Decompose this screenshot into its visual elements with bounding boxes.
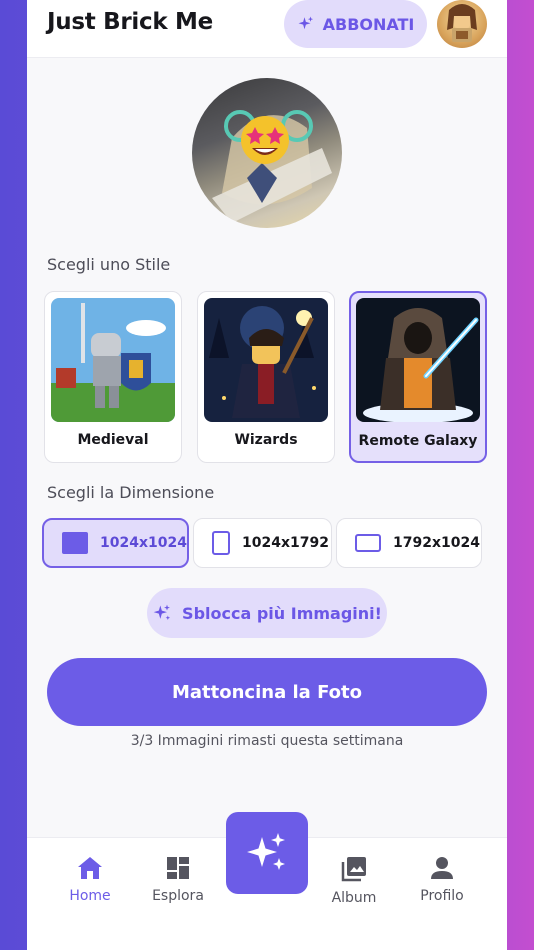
nav-item-album[interactable]: Album	[314, 856, 394, 916]
size-option-1792x1024[interactable]: 1792x1024	[336, 518, 482, 568]
size-label: 1024x1792	[242, 535, 329, 551]
size-option-1024x1792[interactable]: 1024x1792	[193, 518, 332, 568]
subscribe-label: ABBONATI	[322, 14, 415, 34]
style-name: Medieval	[77, 432, 149, 448]
unlock-label: Sblocca più Immagini!	[182, 603, 382, 623]
square-icon	[62, 532, 88, 554]
nav-item-home[interactable]: Home	[50, 856, 130, 916]
style-card-medieval[interactable]: Medieval	[44, 291, 182, 463]
style-image-remote-galaxy	[356, 298, 480, 422]
subscribe-button[interactable]: ABBONATI	[284, 0, 427, 48]
grid-icon	[167, 857, 189, 879]
size-option-1024x1024[interactable]: 1024x1024	[42, 518, 189, 568]
app-screen: Just Brick Me ABBONATI Scegli uno Stile …	[27, 0, 507, 950]
home-icon	[78, 857, 102, 879]
uploaded-photo[interactable]	[192, 78, 342, 228]
nav-label: Profilo	[420, 888, 464, 904]
album-icon	[341, 857, 366, 882]
style-image-wizards	[204, 298, 328, 422]
style-name: Remote Galaxy	[358, 433, 478, 449]
size-label: 1024x1024	[100, 535, 187, 551]
person-icon	[431, 857, 453, 879]
unlock-more-images-button[interactable]: Sblocca più Immagini!	[147, 588, 387, 638]
sparkles-icon	[298, 16, 313, 30]
nav-item-explore[interactable]: Esplora	[138, 856, 218, 916]
create-magic-button[interactable]	[226, 812, 308, 894]
style-card-wizards[interactable]: Wizards	[197, 291, 335, 463]
style-card-remote-galaxy[interactable]: Remote Galaxy	[349, 291, 487, 463]
nav-label: Esplora	[152, 888, 204, 904]
size-section-label: Scegli la Dimensione	[47, 483, 215, 502]
app-title: Just Brick Me	[47, 9, 213, 35]
nav-item-profile[interactable]: Profilo	[402, 856, 482, 916]
app-header: Just Brick Me ABBONATI	[27, 0, 507, 58]
style-image-medieval	[51, 298, 175, 422]
profile-avatar[interactable]	[437, 0, 487, 48]
landscape-icon	[355, 534, 381, 552]
brickify-photo-button[interactable]: Mattoncina la Foto	[47, 658, 487, 726]
weekly-quota-text: 3/3 Immagini rimasti questa settimana	[130, 733, 404, 749]
size-label: 1792x1024	[393, 535, 480, 551]
nav-label: Home	[69, 888, 111, 904]
nav-label: Album	[331, 890, 377, 906]
sparkles-icon	[247, 833, 285, 870]
style-name: Wizards	[234, 432, 298, 448]
style-section-label: Scegli uno Stile	[47, 255, 171, 274]
portrait-icon	[212, 531, 230, 555]
sparkles-icon	[153, 604, 171, 620]
